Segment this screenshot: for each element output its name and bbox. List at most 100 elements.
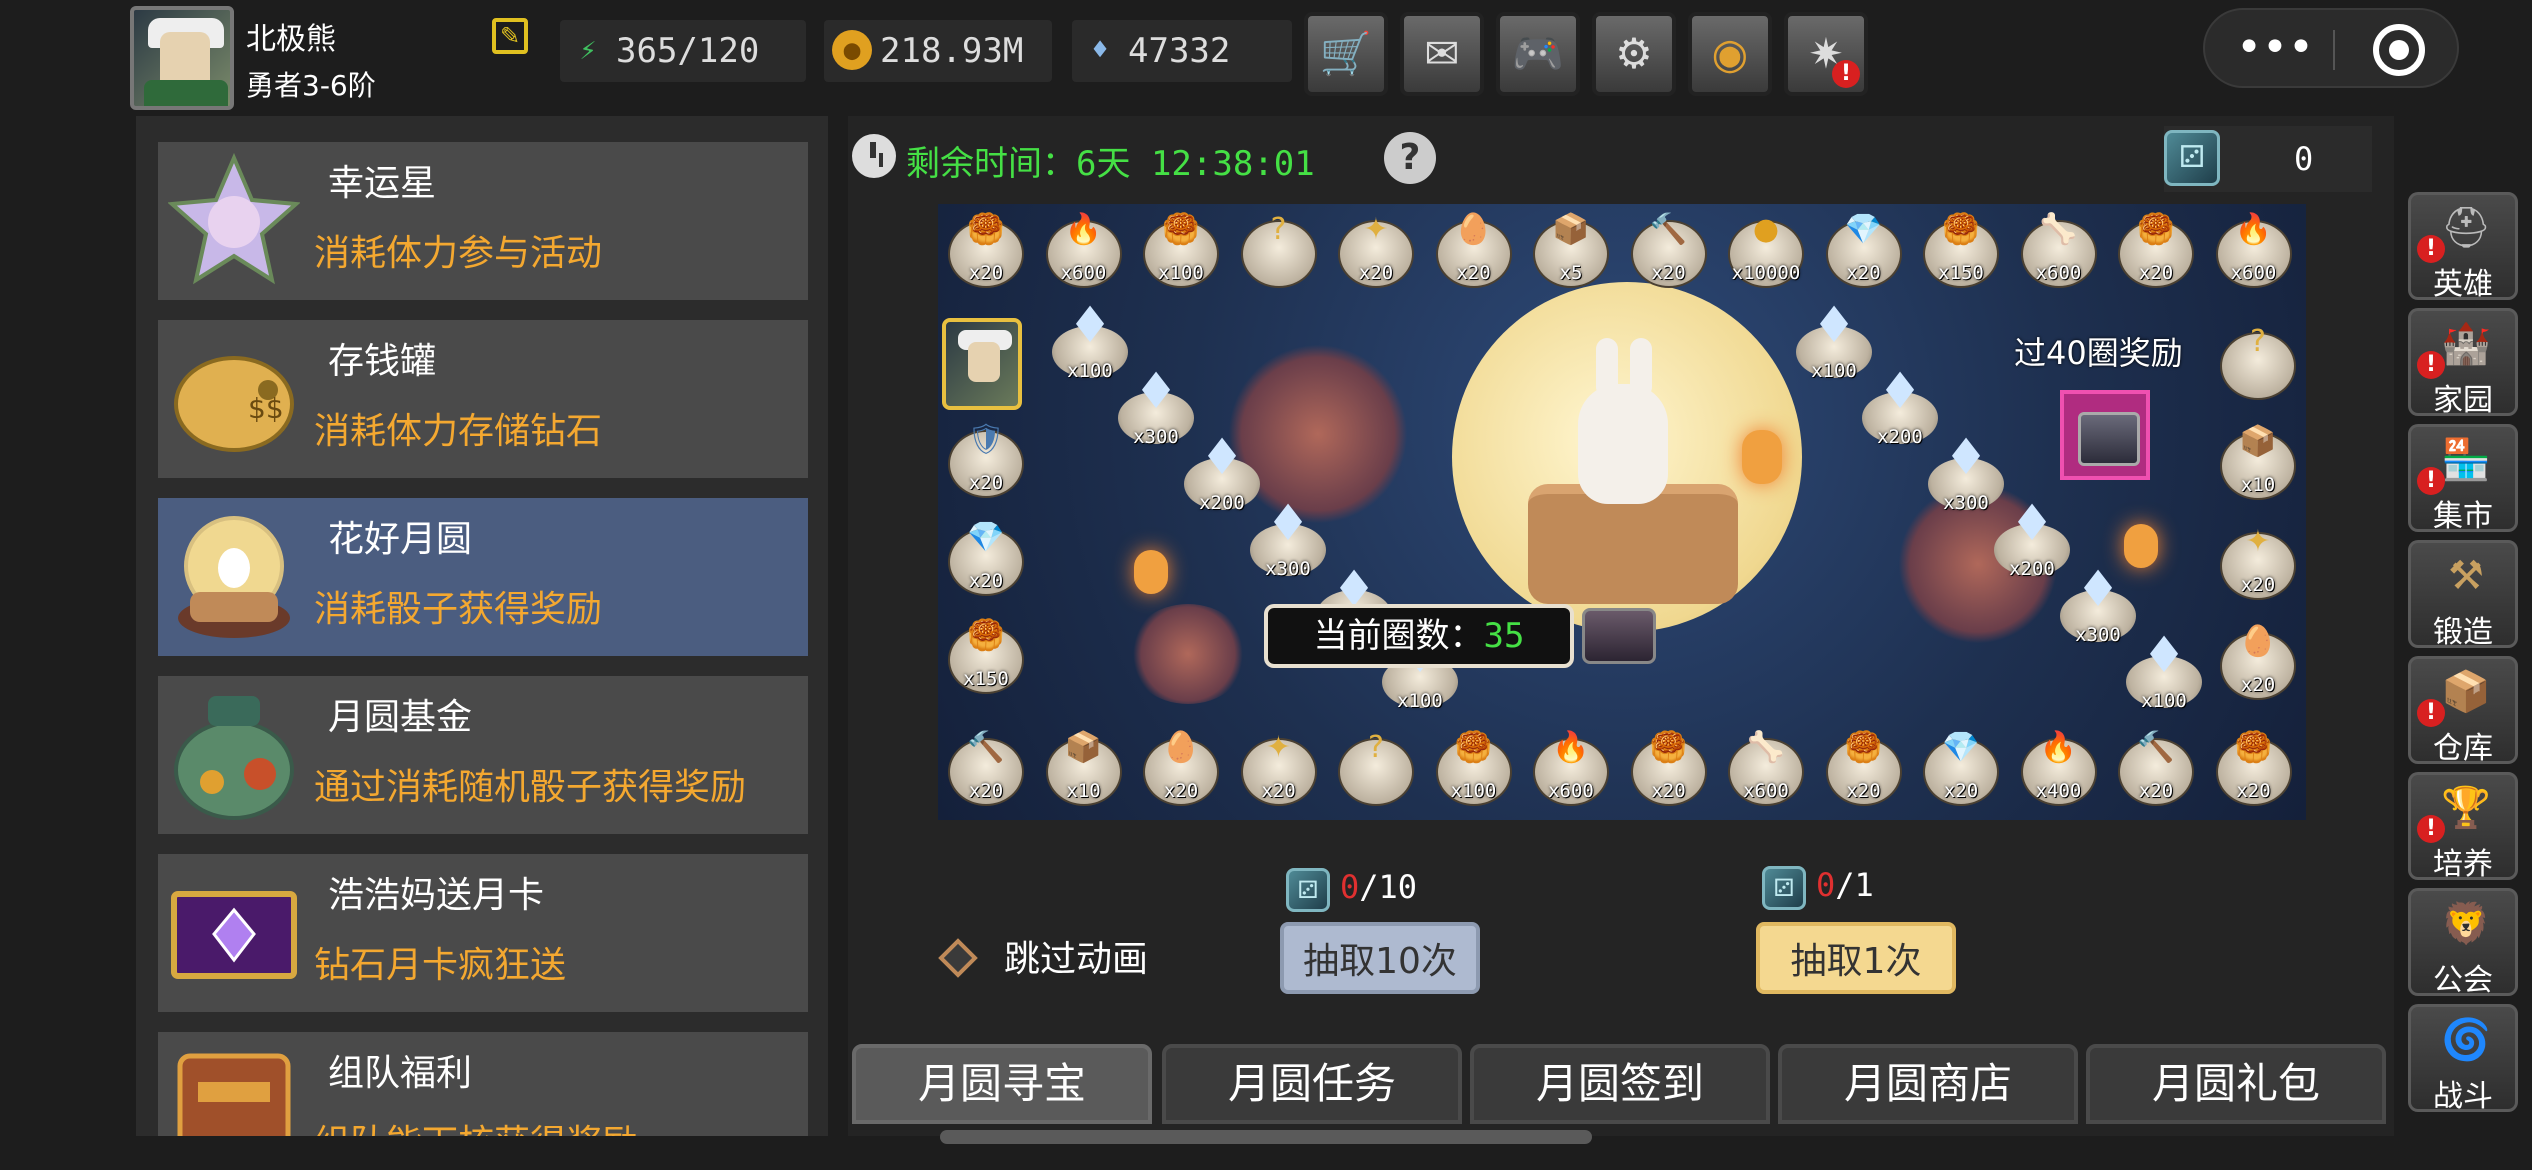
current-lap-label: 当前圈数：35	[1264, 604, 1574, 668]
nav-guild-lion[interactable]: 🦁 公会	[2408, 888, 2518, 998]
edit-name-icon[interactable]: ✎	[492, 18, 528, 54]
draw10-cost: 0/10	[1340, 868, 1417, 906]
nav-castle[interactable]: 🏰! 家园	[2408, 308, 2518, 418]
reward-quantity: x100	[1397, 690, 1443, 712]
dice-counter: ⚂ 0	[2164, 126, 2372, 192]
tab-checkin[interactable]: 月圆签到	[1470, 1044, 1770, 1124]
shop-button[interactable]: 🛒	[1304, 12, 1388, 96]
cart-icon: 🛒	[1319, 29, 1373, 78]
reward-icon: ✦	[2245, 524, 2271, 559]
nav-warehouse[interactable]: 📦! 仓库	[2408, 656, 2518, 766]
reward-quantity: x20	[2138, 262, 2174, 284]
fireworks-button[interactable]: ✷!	[1784, 12, 1868, 96]
tab-treasure-hunt[interactable]: 月圆寻宝	[852, 1044, 1152, 1124]
board-tile: ?	[2218, 320, 2298, 400]
lap-bonus-label: 过40圈奖励	[2014, 334, 2183, 372]
event-title: 组队福利	[328, 1053, 473, 1094]
event-item-moon-festival[interactable]: 花好月圆 消耗骰子获得奖励	[158, 498, 808, 656]
board-tile: 🔥 x600	[2214, 208, 2294, 288]
alert-badge: !	[1832, 60, 1860, 88]
board-tile: 🥮 x100	[1141, 208, 1221, 288]
gold-coin-icon: ●	[832, 30, 872, 70]
reward-icon: 🛡	[966, 422, 1006, 457]
svg-text:$$: $$	[248, 392, 284, 425]
diamond-icon: ♦	[2141, 626, 2187, 684]
reward-quantity: x100	[2141, 690, 2187, 712]
diamond-icon: ♦	[1067, 296, 1113, 354]
reward-icon: ✦	[1265, 730, 1292, 765]
reward-icon: 🥮	[1162, 212, 1200, 247]
reward-quantity: x10	[2240, 474, 2276, 496]
reward-quantity: x20	[1261, 780, 1296, 802]
draw-1-button[interactable]: 抽取1次	[1756, 922, 1956, 994]
nav-helmet[interactable]: ⛑! 英雄	[2408, 192, 2518, 302]
treasure-bag-icon	[174, 696, 294, 820]
board-tile: 🥮 x100	[1434, 726, 1514, 806]
nav-goblet[interactable]: 🏆! 培养	[2408, 772, 2518, 882]
nav-portal[interactable]: 🌀 战斗	[2408, 1004, 2518, 1114]
moon-globe-icon	[178, 516, 290, 638]
player-avatar[interactable]	[130, 6, 234, 110]
event-item-team-bonus[interactable]: 组队福利 组队能下核获得奖励	[158, 1032, 808, 1136]
event-item-moon-fund[interactable]: 月圆基金 通过消耗随机骰子获得奖励	[158, 676, 808, 834]
draw10-need: /10	[1359, 868, 1418, 906]
help-icon[interactable]: ?	[1384, 132, 1436, 184]
reward-icon: 💎	[1942, 730, 1980, 765]
board-tile: ?	[1336, 726, 1416, 806]
tab-tasks[interactable]: 月圆任务	[1162, 1044, 1462, 1124]
lightning-icon: ⚡	[579, 33, 597, 66]
horizontal-scrollbar[interactable]	[940, 1130, 1592, 1144]
draw1-cost: 0/1	[1816, 866, 1874, 904]
event-subtitle: 组队能下核获得奖励	[314, 1114, 638, 1136]
tab-shop[interactable]: 月圆商店	[1778, 1044, 2078, 1124]
event-item-month-card[interactable]: 浩浩妈送月卡 钻石月卡疯狂送	[158, 854, 808, 1012]
color-wheel-button[interactable]: ◉	[1688, 12, 1772, 96]
reward-quantity: x600	[2035, 262, 2082, 284]
board-tile: 🦴 x600	[1726, 726, 1806, 806]
event-item-lucky-star[interactable]: 幸运星 消耗体力参与活动	[158, 142, 808, 300]
reward-quantity: x20	[1943, 780, 1979, 802]
draw10-have: 0	[1340, 868, 1360, 906]
reward-icon: 🦴	[1747, 730, 1785, 765]
tab-gift-pack[interactable]: 月圆礼包	[2086, 1044, 2386, 1124]
event-list: 幸运星 消耗体力参与活动 $$ 存钱罐 消耗体力存储钻石 花好月圆 消耗骰子获得…	[136, 116, 828, 1136]
reward-quantity: x400	[2035, 780, 2082, 802]
settings-button[interactable]: ⚙	[1592, 12, 1676, 96]
anvil-icon: ⚒	[2448, 553, 2484, 599]
treasure-chest-icon	[1582, 608, 1656, 664]
diamond-display: ♦ 47332	[1072, 20, 1292, 82]
nav-market[interactable]: 🏪! 集市	[2408, 424, 2518, 534]
reward-icon: 🔥	[2234, 212, 2273, 247]
gamepad-button[interactable]: 🎮	[1496, 12, 1580, 96]
nav-anvil[interactable]: ⚒ 锻造	[2408, 540, 2518, 650]
reward-quantity: x20	[2240, 674, 2276, 696]
draw-10-button[interactable]: 抽取10次	[1280, 922, 1480, 994]
mail-button[interactable]: ✉	[1400, 12, 1484, 96]
diamond-icon: ♦	[2075, 560, 2121, 618]
more-icon[interactable]: •••	[2235, 18, 2315, 78]
board-tile: 🔨 x20	[946, 726, 1026, 806]
board-tile: ● x10000	[1726, 208, 1806, 288]
reward-icon: 💎	[967, 520, 1005, 555]
reward-icon: 🥚	[1454, 212, 1493, 247]
close-target-icon[interactable]	[2373, 24, 2425, 76]
remaining-time-value: 6天 12:38:01	[1076, 144, 1315, 184]
diamond-icon: ♦	[1091, 33, 1109, 66]
event-title: 幸运星	[328, 163, 437, 204]
reward-icon: 🥚	[1162, 730, 1200, 765]
reward-quantity: x600	[1060, 262, 1107, 284]
reward-quantity: x20	[2138, 780, 2174, 802]
reward-icon: 🥮	[1844, 730, 1883, 765]
reward-icon: 🔥	[1552, 730, 1590, 765]
reward-icon: 🥮	[2234, 730, 2273, 765]
event-item-piggy-bank[interactable]: $$ 存钱罐 消耗体力存储钻石	[158, 320, 808, 478]
reward-quantity: x20	[1358, 262, 1394, 284]
color-wheel-icon: ◉	[1711, 29, 1749, 78]
reward-quantity: x600	[1548, 780, 1594, 802]
nav-label: 英雄	[2433, 267, 2493, 302]
lap-bonus-reward[interactable]	[2060, 390, 2150, 480]
board-tile: 🔥 x600	[1531, 726, 1611, 806]
board-tile: 💎 x20	[1921, 726, 2001, 806]
board-tile: 🥚 x20	[2218, 620, 2298, 700]
piggy-bank-icon: $$	[174, 356, 294, 452]
